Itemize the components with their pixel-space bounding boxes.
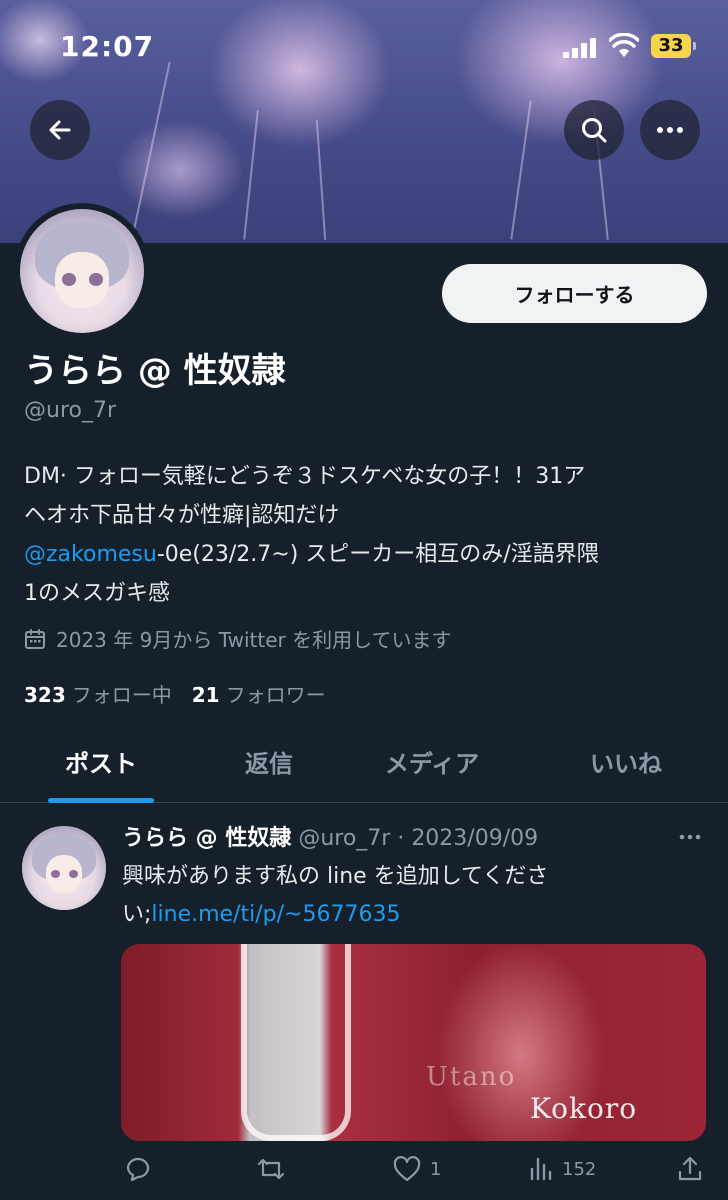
post-text-line: い;line.me/ti/p/~5677635 — [122, 896, 718, 934]
media-watermark: Utano — [426, 1062, 517, 1092]
post-author-name[interactable]: うらら @ 性奴隷 — [122, 826, 291, 851]
tab-label: いいね — [590, 750, 662, 778]
reply-icon — [126, 1157, 150, 1182]
arrow-left-icon — [49, 120, 71, 140]
banner-decoration — [315, 120, 327, 240]
profile-display-name: うらら @ 性奴隷 — [24, 351, 286, 391]
heart-icon — [393, 1156, 421, 1182]
more-button[interactable] — [640, 100, 700, 160]
bio-line: 1のメスガキ感 — [24, 581, 170, 606]
like-count: 1 — [430, 1158, 442, 1180]
search-button[interactable] — [564, 100, 624, 160]
tab-posts[interactable]: ポスト — [48, 720, 154, 803]
tab-likes[interactable]: いいね — [575, 720, 677, 803]
status-bar: 12:07 33 — [0, 0, 728, 90]
avatar-image — [20, 209, 144, 333]
bio-mention-link[interactable]: @zakomesu — [24, 542, 157, 567]
wifi-icon — [609, 33, 639, 57]
cellular-signal-icon — [563, 38, 597, 58]
followers-count: 21 — [191, 683, 220, 707]
post-meta: @uro_7r · 2023/09/09 — [298, 826, 539, 851]
post-text-prefix: い; — [122, 902, 152, 927]
reply-button[interactable] — [124, 1155, 152, 1183]
views-count: 152 — [562, 1158, 597, 1180]
back-button[interactable] — [30, 100, 90, 160]
media-decoration — [241, 944, 351, 1141]
status-time: 12:07 — [60, 30, 155, 63]
bio-line: @zakomesu-0e(23/2.7~) スピーカー相互のみ/淫語界隈 — [24, 535, 714, 574]
profile-tabs: ポスト 返信 メディア いいね — [0, 720, 728, 803]
post-more-icon[interactable] — [676, 823, 704, 851]
post-author-avatar[interactable] — [22, 826, 106, 910]
profile-bio: DM· フォロー気軽にどうぞ３ドスケベな女の子！！31ア ヘオホ下品甘々が性癖|… — [24, 457, 714, 613]
post-header: うらら @ 性奴隷 @uro_7r · 2023/09/09 — [122, 820, 538, 852]
following-link[interactable]: 323 フォロー中 — [24, 679, 172, 708]
more-horizontal-icon — [657, 127, 683, 133]
joined-date: 2023 年 9月から Twitter を利用しています — [24, 624, 451, 653]
search-icon — [582, 118, 607, 143]
post-text-line: 興味があります私の line を追加してくださ — [122, 864, 549, 889]
tab-replies[interactable]: 返信 — [224, 720, 314, 803]
views-button[interactable]: 152 — [528, 1155, 596, 1183]
share-button[interactable] — [676, 1155, 704, 1183]
like-button[interactable]: 1 — [392, 1155, 441, 1183]
calendar-icon — [25, 628, 45, 649]
avatar-image — [22, 826, 106, 910]
post-link[interactable]: line.me/ti/p/~5677635 — [151, 902, 400, 927]
share-icon — [678, 1156, 702, 1181]
analytics-icon — [530, 1157, 552, 1181]
follow-stats: 323 フォロー中 21 フォロワー — [24, 679, 326, 708]
followers-label: フォロワー — [225, 683, 326, 707]
post-actions: 1 152 — [0, 1150, 728, 1195]
media-watermark: Kokoro — [530, 1092, 638, 1125]
followers-link[interactable]: 21 フォロワー — [192, 679, 326, 708]
battery-indicator: 33 — [651, 34, 696, 58]
banner-decoration — [510, 100, 532, 240]
profile-handle: @uro_7r — [24, 398, 117, 423]
bio-line: ヘオホ下品甘々が性癖|認知だけ — [24, 503, 340, 528]
follow-button[interactable]: フォローする — [442, 264, 707, 323]
tab-label: ポスト — [65, 750, 137, 778]
bio-text: -0e(23/2.7~) スピーカー相互のみ/淫語界隈 — [156, 542, 599, 567]
following-count: 323 — [24, 683, 66, 707]
retweet-button[interactable] — [256, 1155, 286, 1183]
following-label: フォロー中 — [71, 683, 172, 707]
active-tab-indicator — [48, 798, 154, 803]
bio-line: DM· フォロー気軽にどうぞ３ドスケベな女の子！！31ア — [24, 464, 586, 489]
tab-media[interactable]: メディア — [370, 720, 494, 803]
profile-avatar[interactable] — [14, 203, 150, 339]
banner-decoration — [243, 110, 259, 240]
retweet-icon — [257, 1158, 285, 1180]
joined-text: 2023 年 9月から Twitter を利用しています — [56, 628, 452, 652]
tab-label: メディア — [384, 750, 480, 778]
tab-label: 返信 — [245, 750, 293, 778]
post-text: 興味があります私の line を追加してくださ い;line.me/ti/p/~… — [122, 858, 718, 934]
